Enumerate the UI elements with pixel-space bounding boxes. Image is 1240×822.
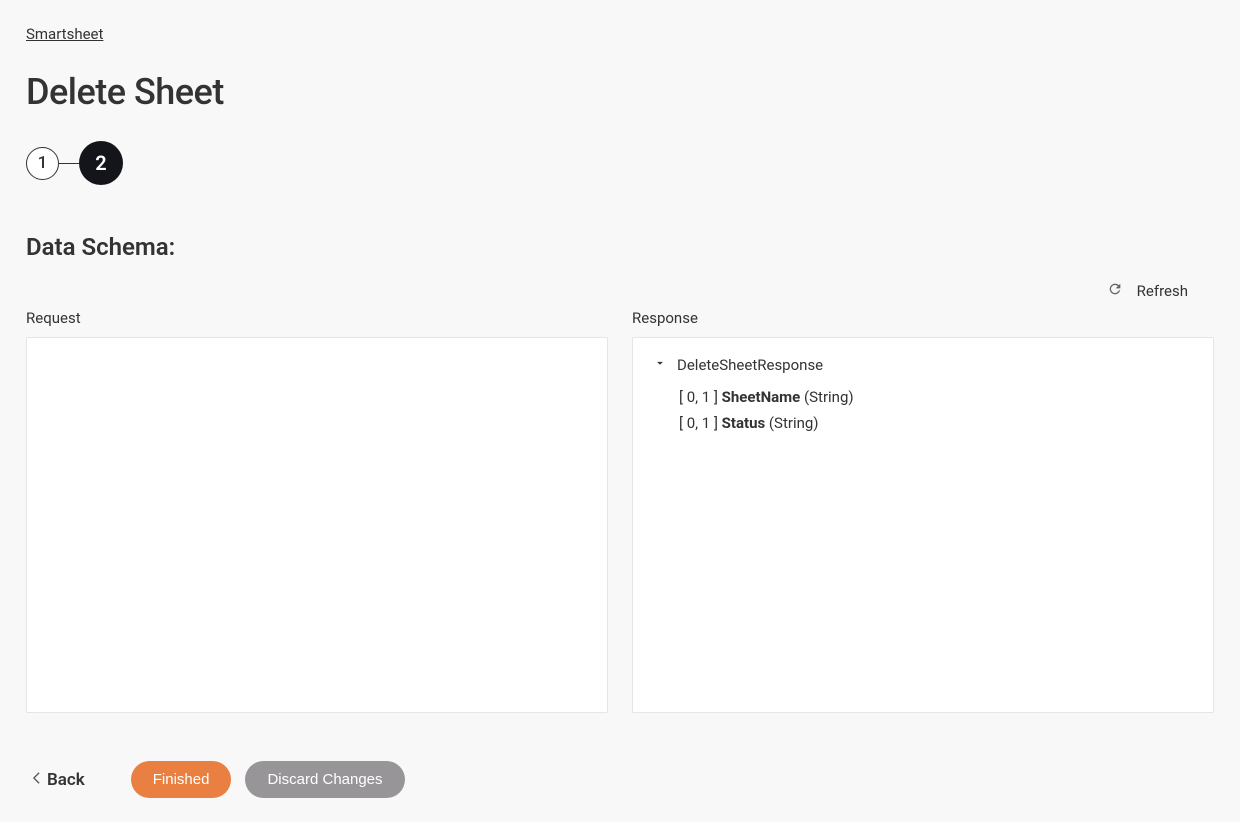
response-root-name: DeleteSheetResponse [677, 356, 823, 374]
field-name: Status [722, 414, 766, 432]
response-panel-label: Response [632, 309, 1214, 327]
field-name: SheetName [722, 388, 801, 406]
field-type: (String) [765, 414, 818, 432]
step-2[interactable]: 2 [79, 141, 123, 185]
field-type: (String) [800, 388, 853, 406]
step-1[interactable]: 1 [26, 147, 59, 180]
back-button[interactable]: Back [26, 770, 85, 790]
section-heading-data-schema: Data Schema: [26, 233, 1214, 261]
field-cardinality: [ 0, 1 ] [679, 414, 722, 432]
response-tree-root[interactable]: DeleteSheetResponse [653, 356, 1193, 374]
chevron-left-icon [32, 770, 41, 790]
page-title: Delete Sheet [26, 71, 1214, 113]
footer-actions: Back Finished Discard Changes [26, 761, 1214, 798]
refresh-button[interactable]: Refresh [1107, 281, 1188, 301]
breadcrumb-link-smartsheet[interactable]: Smartsheet [26, 25, 103, 43]
request-panel-label: Request [26, 309, 608, 327]
back-label: Back [47, 770, 85, 790]
response-field-sheetname[interactable]: [ 0, 1 ] SheetName (String) [679, 384, 1193, 410]
refresh-label: Refresh [1137, 282, 1188, 300]
response-field-status[interactable]: [ 0, 1 ] Status (String) [679, 410, 1193, 436]
request-panel [26, 337, 608, 713]
refresh-icon [1107, 281, 1123, 301]
response-panel: DeleteSheetResponse [ 0, 1 ] SheetName (… [632, 337, 1214, 713]
stepper: 1 2 [26, 141, 1214, 185]
discard-changes-button[interactable]: Discard Changes [245, 761, 404, 798]
step-connector [59, 163, 79, 164]
field-cardinality: [ 0, 1 ] [679, 388, 722, 406]
chevron-down-icon [653, 356, 667, 374]
finished-button[interactable]: Finished [131, 761, 232, 798]
